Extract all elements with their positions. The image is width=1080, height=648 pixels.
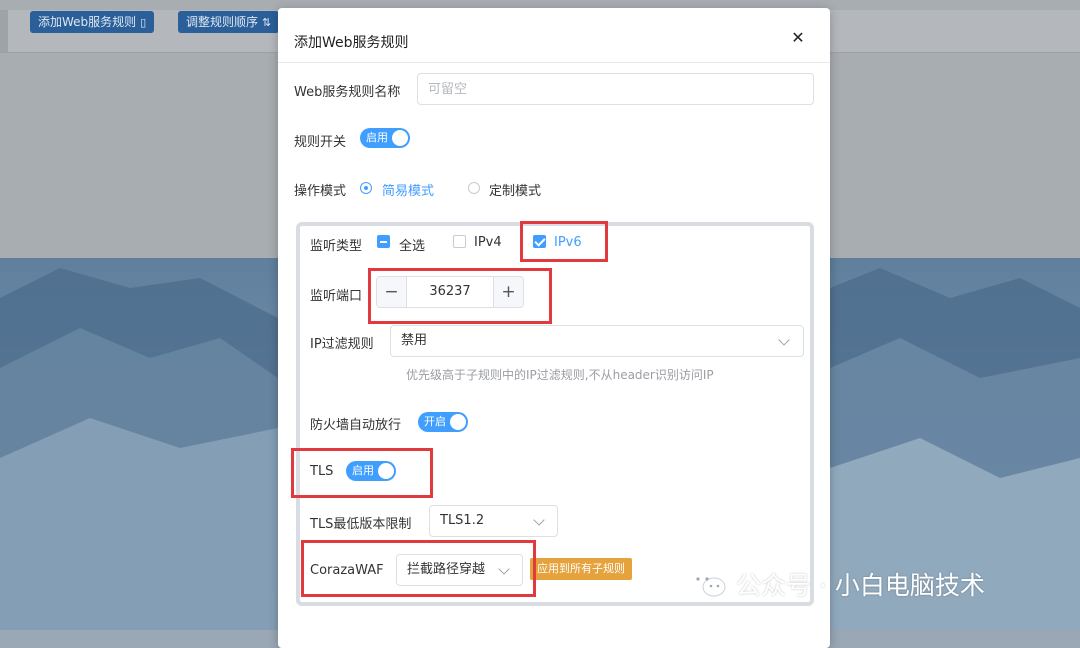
tls-min-select[interactable]: TLS1.2 xyxy=(429,505,558,537)
sort-icon: ⇅ xyxy=(262,16,272,29)
tls-min-value: TLS1.2 xyxy=(440,513,485,528)
ipv4-checkbox[interactable] xyxy=(453,235,466,248)
add-web-rule-button[interactable]: 添加Web服务规则 ▯ xyxy=(30,11,155,33)
tls-label: TLS xyxy=(310,464,334,479)
rule-switch-state: 启用 xyxy=(366,131,388,144)
apply-all-subrules-button[interactable]: 应用到所有子规则 xyxy=(530,558,632,580)
switch-knob xyxy=(378,463,394,479)
rule-name-input[interactable] xyxy=(417,73,814,105)
waf-value: 拦截路径穿越 xyxy=(407,562,486,577)
chevron-down-icon xyxy=(778,334,790,346)
custom-mode-label[interactable]: 定制模式 xyxy=(489,180,541,199)
ip-filter-select[interactable]: 禁用 xyxy=(390,325,804,357)
custom-mode-radio[interactable] xyxy=(468,182,480,194)
port-stepper[interactable]: − 36237 + xyxy=(376,276,524,308)
select-all-label[interactable]: 全选 xyxy=(399,235,425,254)
switch-knob xyxy=(450,414,466,430)
chevron-down-icon xyxy=(533,514,545,526)
ipv4-label[interactable]: IPv4 xyxy=(474,235,502,250)
listen-port-label: 监听端口 xyxy=(310,289,363,304)
rule-switch-label: 规则开关 xyxy=(294,135,347,150)
listen-type-label: 监听类型 xyxy=(310,239,363,254)
dialog-header: 添加Web服务规则 ✕ xyxy=(278,8,830,63)
port-value[interactable]: 36237 xyxy=(407,277,493,307)
waf-label: CorazaWAF xyxy=(310,563,384,578)
increment-button[interactable]: + xyxy=(493,277,523,307)
wechat-icon xyxy=(690,571,726,597)
chevron-down-icon xyxy=(498,563,510,575)
ip-filter-hint: 优先级高于子规则中的IP过滤规则,不从header识别访问IP xyxy=(406,368,714,382)
rule-enable-switch[interactable]: 启用 xyxy=(360,128,410,148)
rule-name-label: Web服务规则名称 xyxy=(294,85,401,100)
watermark-text: 公众号 · 小白电脑技术 xyxy=(736,571,985,600)
ipv6-label[interactable]: IPv6 xyxy=(554,235,582,250)
simple-mode-radio[interactable] xyxy=(360,182,372,194)
reorder-rules-label: 调整规则顺序 xyxy=(186,15,259,29)
add-web-rule-dialog: 添加Web服务规则 ✕ Web服务规则名称 规则开关 启用 操作模式 简易模式 … xyxy=(278,8,830,648)
simple-mode-label[interactable]: 简易模式 xyxy=(382,180,434,199)
firewall-switch[interactable]: 开启 xyxy=(418,412,468,432)
tls-switch[interactable]: 启用 xyxy=(346,461,396,481)
ipv6-checkbox[interactable] xyxy=(533,235,546,248)
select-all-checkbox[interactable] xyxy=(377,235,390,248)
decrement-button[interactable]: − xyxy=(377,277,407,307)
ip-filter-value: 禁用 xyxy=(401,333,428,348)
background-sidebar-edge xyxy=(0,10,8,52)
tls-min-label: TLS最低版本限制 xyxy=(310,517,412,532)
mode-label: 操作模式 xyxy=(294,184,347,199)
reorder-rules-button[interactable]: 调整规则顺序 ⇅ xyxy=(178,11,280,33)
firewall-switch-state: 开启 xyxy=(424,415,446,428)
add-web-rule-label: 添加Web服务规则 xyxy=(38,15,137,29)
close-icon[interactable]: ✕ xyxy=(788,28,808,48)
firewall-label: 防火墙自动放行 xyxy=(310,418,402,433)
dialog-title: 添加Web服务规则 xyxy=(294,35,409,51)
waf-select[interactable]: 拦截路径穿越 xyxy=(396,554,523,586)
ip-filter-label: IP过滤规则 xyxy=(310,337,374,352)
document-icon: ▯ xyxy=(140,16,147,29)
tls-switch-state: 启用 xyxy=(352,464,374,477)
switch-knob xyxy=(392,130,408,146)
